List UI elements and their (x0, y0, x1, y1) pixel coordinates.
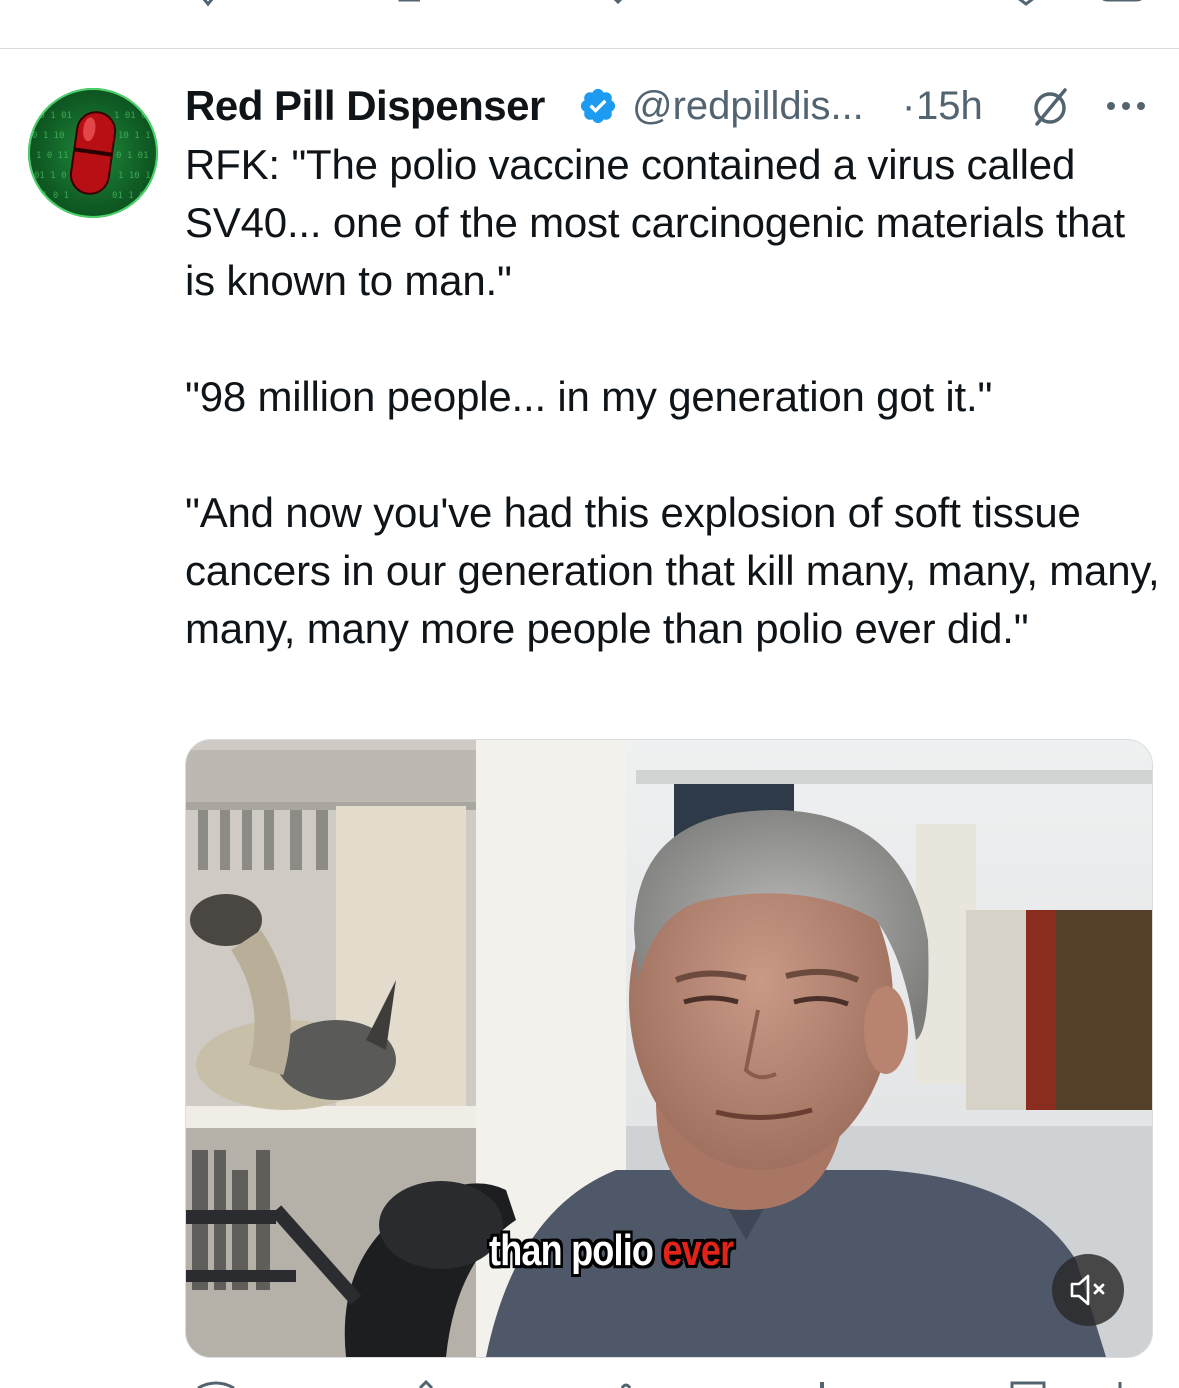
separator-dot: · (902, 84, 916, 128)
mute-button[interactable] (1052, 1254, 1124, 1326)
bookmark-icon[interactable] (1008, 0, 1044, 8)
tweet-header: Red Pill Dispenser @redpilldis... · 15h (185, 80, 1165, 132)
tweet-divider (0, 48, 1179, 49)
svg-text:0 1 01: 0 1 01 (116, 151, 149, 161)
share-icon[interactable] (1100, 0, 1144, 8)
more-options-icon[interactable] (1103, 86, 1149, 126)
avatar[interactable]: 10 1 01 1 01 0 0 1 10 10 1 1 1 0 11 0 1 01 … (28, 88, 158, 218)
tweet-video[interactable]: than polio ever (185, 739, 1153, 1358)
svg-text:1 01 0: 1 01 0 (114, 111, 147, 121)
display-name[interactable]: Red Pill Dispenser (185, 82, 545, 130)
svg-text:10 1 1: 10 1 1 (118, 131, 151, 141)
svg-text:1 10 1: 1 10 1 (118, 171, 151, 181)
red-pill-avatar-image: 10 1 01 1 01 0 0 1 10 10 1 1 1 0 11 0 1 01 … (32, 111, 151, 201)
svg-text:1 0 11: 1 0 11 (36, 151, 69, 161)
views-icon[interactable] (806, 0, 842, 8)
previous-tweet-action-bar (0, 0, 1179, 48)
caption-highlight: ever (662, 1226, 734, 1275)
video-caption: than polio ever (489, 1226, 734, 1276)
tweet-timestamp[interactable]: 15h (916, 84, 983, 129)
caption-text: than polio (489, 1226, 654, 1275)
svg-text:1 0 1: 1 0 1 (42, 191, 69, 201)
user-handle[interactable]: @redpilldis... (632, 84, 864, 129)
verified-badge-icon (580, 88, 616, 124)
like-icon[interactable] (606, 0, 630, 8)
speaker-muted-icon (1070, 1274, 1105, 1306)
repost-icon[interactable] (396, 0, 426, 8)
svg-text:0 1 10: 0 1 10 (32, 131, 65, 141)
grok-icon[interactable] (1027, 84, 1073, 130)
svg-text:10 1 01: 10 1 01 (34, 111, 72, 121)
reply-icon[interactable] (196, 0, 220, 8)
tweet-action-bar (0, 1378, 1179, 1388)
tweet-text: RFK: "The polio vaccine contained a viru… (185, 141, 1160, 652)
svg-text:01 1 0: 01 1 0 (112, 191, 145, 201)
svg-text:01 1 0: 01 1 0 (34, 171, 67, 181)
